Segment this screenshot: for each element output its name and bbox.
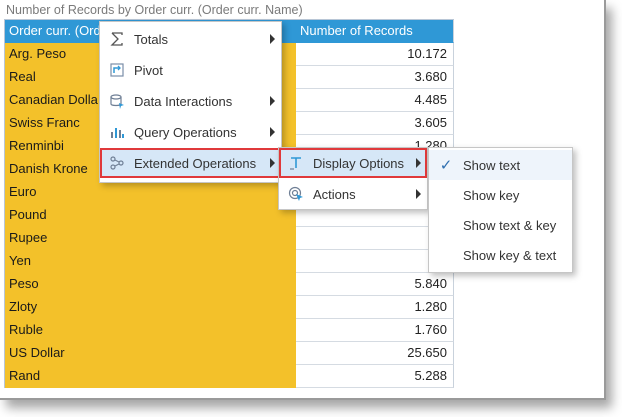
row-value[interactable]: 3.605 [296, 112, 454, 135]
checkmark-icon: ✓ [439, 157, 453, 174]
row-label[interactable]: Euro [5, 181, 296, 204]
row-label[interactable]: Yen [5, 250, 296, 273]
row-value[interactable]: 5.288 [296, 365, 454, 388]
menu-item-totals[interactable]: Totals [100, 24, 281, 54]
extended-operations-submenu: Display Options Actions [278, 147, 428, 210]
table-row: Ruble 1.760 [5, 319, 454, 342]
chevron-right-icon [270, 127, 275, 137]
menu-item-show-key-and-text[interactable]: Show key & text [429, 240, 572, 270]
row-label[interactable]: Peso [5, 273, 296, 296]
chevron-right-icon [270, 158, 275, 168]
chevron-right-icon [416, 189, 421, 199]
chevron-right-icon [270, 34, 275, 44]
menu-item-show-text-and-key[interactable]: Show text & key [429, 210, 572, 240]
menu-item-label: Pivot [134, 62, 163, 78]
menu-item-label: Show text [463, 157, 521, 173]
row-value[interactable]: 4.485 [296, 89, 454, 112]
chart-caption: Number of Records by Order curr. (Order … [6, 3, 303, 17]
row-label[interactable]: US Dollar [5, 342, 296, 365]
display-options-submenu: ✓ Show text Show key Show text & key Sho… [428, 147, 573, 273]
menu-item-label: Actions [313, 186, 356, 202]
table-row: US Dollar 25.650 [5, 342, 454, 365]
menu-item-data-interactions[interactable]: Data Interactions [100, 86, 281, 116]
menu-item-label: Data Interactions [134, 93, 233, 109]
bar-chart-icon [108, 123, 126, 141]
table-row: Zloty 1.280 [5, 296, 454, 319]
menu-item-label: Display Options [313, 155, 405, 171]
row-value[interactable]: 5.840 [296, 273, 454, 296]
sigma-icon [108, 30, 126, 48]
menu-item-actions[interactable]: Actions [279, 179, 427, 209]
chevron-right-icon [270, 96, 275, 106]
table-row: Peso 5.840 [5, 273, 454, 296]
row-value[interactable]: 25.650 [296, 342, 454, 365]
chevron-right-icon [416, 158, 421, 168]
target-cursor-icon [287, 185, 305, 203]
menu-item-show-key[interactable]: Show key [429, 180, 572, 210]
table-row: Rupee3. [5, 227, 454, 250]
menu-item-label: Extended Operations [134, 155, 257, 171]
menu-item-extended-operations[interactable]: Extended Operations [100, 148, 281, 178]
row-label[interactable]: Rand [5, 365, 296, 388]
menu-item-label: Totals [134, 31, 168, 47]
pivot-icon [108, 61, 126, 79]
text-format-icon [287, 154, 305, 172]
row-value[interactable]: 1.280 [296, 296, 454, 319]
table-row: Rand 5.288 [5, 365, 454, 388]
row-label[interactable]: Pound [5, 204, 296, 227]
menu-item-label: Show key [463, 187, 520, 203]
row-value[interactable]: 3.680 [296, 66, 454, 89]
menu-item-show-text[interactable]: ✓ Show text [429, 150, 572, 180]
row-label[interactable]: Zloty [5, 296, 296, 319]
data-interactions-icon [108, 92, 126, 110]
network-icon [108, 154, 126, 172]
menu-item-label: Show key & text [463, 247, 557, 263]
menu-item-label: Show text & key [463, 217, 557, 233]
menu-item-label: Query Operations [134, 124, 237, 140]
screenshot-frame: Number of Records by Order curr. (Order … [0, 0, 606, 400]
row-value[interactable]: 10.172 [296, 43, 454, 66]
table-row: Yen9. [5, 250, 454, 273]
row-value[interactable]: 1.760 [296, 319, 454, 342]
column-header-number-of-records[interactable]: Number of Records [296, 20, 454, 43]
row-label[interactable]: Ruble [5, 319, 296, 342]
row-label[interactable]: Rupee [5, 227, 296, 250]
menu-item-query-operations[interactable]: Query Operations [100, 117, 281, 147]
menu-item-pivot[interactable]: Pivot [100, 55, 281, 85]
context-menu: Totals Pivot Data Interactions Query Ope… [99, 21, 282, 183]
menu-item-display-options[interactable]: Display Options [279, 148, 427, 178]
